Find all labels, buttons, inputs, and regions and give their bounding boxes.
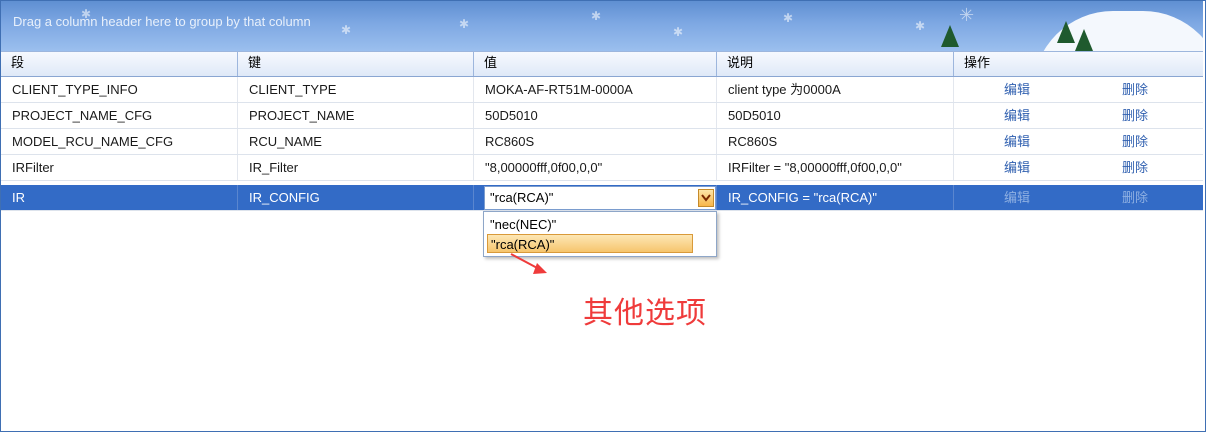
cell-value[interactable]: RC860S xyxy=(474,129,717,154)
column-header-actions[interactable]: 操作 xyxy=(954,52,1203,76)
dropdown-option[interactable]: "nec(NEC)" xyxy=(487,215,693,234)
tree-icon xyxy=(1075,29,1093,51)
edit-link[interactable]: 编辑 xyxy=(1004,185,1030,210)
cell-description[interactable]: IRFilter = "8,00000fff,0f00,0,0" xyxy=(717,155,954,180)
snowflake-icon: ✱ xyxy=(783,11,794,25)
group-by-panel[interactable]: Drag a column header here to group by th… xyxy=(1,1,1203,51)
tree-icon xyxy=(1057,21,1075,43)
snowflake-icon: ✱ xyxy=(81,7,92,21)
delete-link[interactable]: 删除 xyxy=(1122,77,1148,102)
chevron-down-icon[interactable] xyxy=(698,189,714,207)
column-header-key[interactable]: 键 xyxy=(238,52,474,76)
column-header-segment[interactable]: 段 xyxy=(1,52,238,76)
cell-segment[interactable]: IRFilter xyxy=(1,155,238,180)
cell-value[interactable]: MOKA-AF-RT51M-0000A xyxy=(474,77,717,102)
value-combo-editor[interactable]: "rca(RCA)" xyxy=(484,186,716,210)
cell-description[interactable]: RC860S xyxy=(717,129,954,154)
edit-link[interactable]: 编辑 xyxy=(1004,129,1030,154)
cell-key[interactable]: CLIENT_TYPE xyxy=(238,77,474,102)
table-row[interactable]: MODEL_RCU_NAME_CFG RCU_NAME RC860S RC860… xyxy=(1,129,1203,155)
cell-segment[interactable]: CLIENT_TYPE_INFO xyxy=(1,77,238,102)
cell-description[interactable]: 50D5010 xyxy=(717,103,954,128)
cell-value[interactable]: "8,00000fff,0f00,0,0" xyxy=(474,155,717,180)
cell-key[interactable]: PROJECT_NAME xyxy=(238,103,474,128)
snowflake-icon: ✳ xyxy=(959,5,975,26)
snowflake-icon: ✱ xyxy=(673,25,684,39)
column-header-value[interactable]: 值 xyxy=(474,52,717,76)
table-row[interactable]: IRFilter IR_Filter "8,00000fff,0f00,0,0"… xyxy=(1,155,1203,181)
delete-link[interactable]: 删除 xyxy=(1122,185,1148,210)
snowflake-icon: ✱ xyxy=(341,23,352,37)
table-row[interactable]: CLIENT_TYPE_INFO CLIENT_TYPE MOKA-AF-RT5… xyxy=(1,77,1203,103)
edit-link[interactable]: 编辑 xyxy=(1004,77,1030,102)
snowflake-icon: ✱ xyxy=(915,19,926,33)
cell-key[interactable]: IR_CONFIG xyxy=(238,185,474,210)
column-header-description[interactable]: 说明 xyxy=(717,52,954,76)
table-row[interactable]: PROJECT_NAME_CFG PROJECT_NAME 50D5010 50… xyxy=(1,103,1203,129)
cell-description[interactable]: IR_CONFIG = "rca(RCA)" xyxy=(717,185,954,210)
delete-link[interactable]: 删除 xyxy=(1122,129,1148,154)
cell-segment[interactable]: MODEL_RCU_NAME_CFG xyxy=(1,129,238,154)
combo-current-value[interactable]: "rca(RCA)" xyxy=(490,187,553,209)
cell-key[interactable]: IR_Filter xyxy=(238,155,474,180)
snowflake-icon: ✱ xyxy=(591,9,602,23)
cell-segment[interactable]: IR xyxy=(1,185,238,210)
group-by-hint: Drag a column header here to group by th… xyxy=(13,14,311,29)
column-header-row: 段 键 值 说明 操作 xyxy=(1,51,1203,77)
snowflake-icon: ✱ xyxy=(459,17,470,31)
cell-key[interactable]: RCU_NAME xyxy=(238,129,474,154)
annotation-arrow-icon xyxy=(510,253,547,274)
annotation-label: 其他选项 xyxy=(583,296,707,331)
edit-link[interactable]: 编辑 xyxy=(1004,103,1030,128)
cell-segment[interactable]: PROJECT_NAME_CFG xyxy=(1,103,238,128)
tree-icon xyxy=(941,25,959,47)
cell-value[interactable]: 50D5010 xyxy=(474,103,717,128)
cell-description[interactable]: client type 为0000A xyxy=(717,77,954,102)
delete-link[interactable]: 删除 xyxy=(1122,155,1148,180)
delete-link[interactable]: 删除 xyxy=(1122,103,1148,128)
edit-link[interactable]: 编辑 xyxy=(1004,155,1030,180)
